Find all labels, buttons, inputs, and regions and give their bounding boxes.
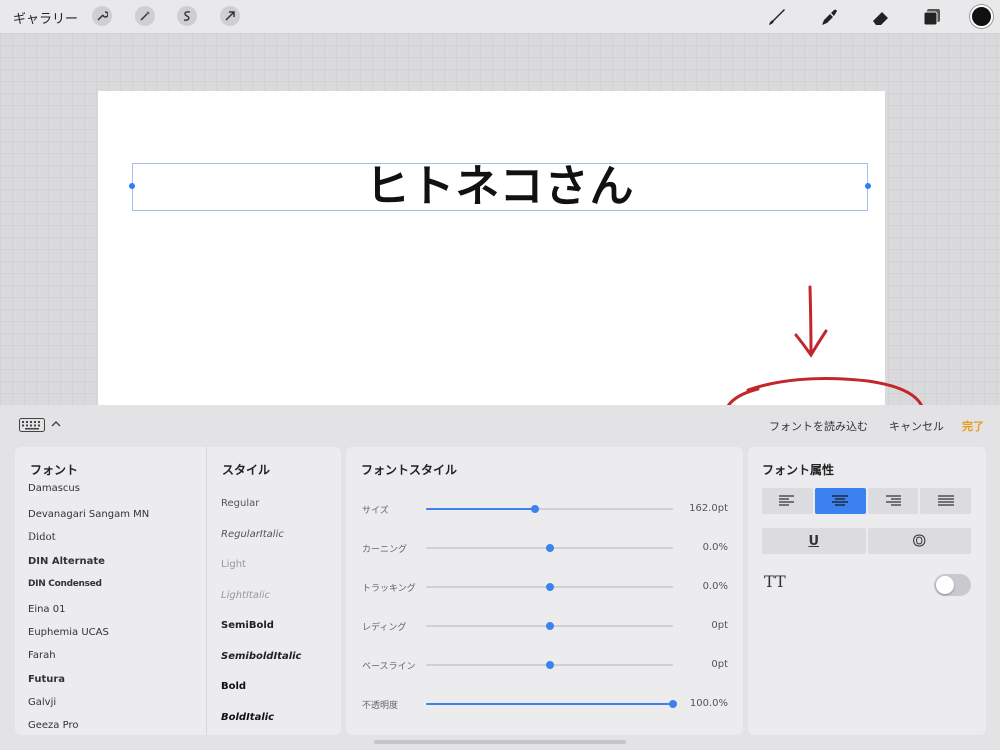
gallery-button[interactable]: ギャラリー bbox=[13, 8, 78, 27]
style-item-semibold-italic[interactable]: SemiboldItalic bbox=[221, 651, 301, 662]
slider-label-leading: レディング bbox=[362, 623, 407, 633]
slider-row-baseline: ベースライン 0pt bbox=[346, 657, 743, 673]
eraser-icon[interactable] bbox=[870, 6, 892, 28]
slider-value-leading: 0pt bbox=[711, 620, 728, 631]
slider-label-size: サイズ bbox=[362, 506, 389, 516]
slider-track-size[interactable] bbox=[426, 505, 673, 513]
top-toolbar: ギャラリー bbox=[0, 0, 1000, 33]
align-right-icon bbox=[885, 495, 901, 506]
slider-track-tracking[interactable] bbox=[426, 583, 673, 591]
style-item-regular[interactable]: Regular bbox=[221, 498, 259, 509]
wrench-icon[interactable] bbox=[92, 6, 112, 26]
slider-value-kerning: 0.0% bbox=[702, 542, 728, 553]
move-arrow-icon[interactable] bbox=[220, 6, 240, 26]
font-style-heading: フォントスタイル bbox=[361, 463, 458, 477]
style-item-bold[interactable]: Bold bbox=[221, 681, 246, 692]
style-item-bold-italic[interactable]: BoldItalic bbox=[221, 712, 274, 723]
toggle-knob bbox=[936, 576, 954, 594]
font-attributes-card: フォント属性 U O TT bbox=[748, 447, 986, 735]
home-indicator bbox=[374, 740, 626, 744]
font-style-card: フォントスタイル サイズ 162.0pt カーニング 0.0% トラッキング 0.0% レデ… bbox=[346, 447, 743, 735]
slider-row-tracking: トラッキング 0.0% bbox=[346, 579, 743, 595]
slider-row-size: サイズ 162.0pt bbox=[346, 501, 743, 517]
slider-value-size: 162.0pt bbox=[689, 503, 728, 514]
slider-row-kerning: カーニング 0.0% bbox=[346, 540, 743, 556]
slider-knob-baseline[interactable] bbox=[545, 661, 554, 669]
style-item-light-italic[interactable]: LightItalic bbox=[221, 590, 270, 601]
smudge-icon[interactable] bbox=[818, 6, 840, 28]
slider-label-opacity: 不透明度 bbox=[362, 701, 399, 711]
font-item-damascus[interactable]: Damascus bbox=[28, 483, 80, 494]
slider-track-kerning[interactable] bbox=[426, 544, 673, 552]
import-font-button[interactable]: フォントを読み込む bbox=[769, 418, 868, 434]
brush-icon[interactable] bbox=[766, 6, 788, 28]
font-item-eina-01[interactable]: Eina 01 bbox=[28, 604, 65, 615]
slider-value-tracking: 0.0% bbox=[702, 581, 728, 592]
slider-knob-tracking[interactable] bbox=[545, 583, 554, 591]
text-decoration-group: U O bbox=[762, 528, 971, 554]
slider-label-baseline: ベースライン bbox=[362, 662, 416, 672]
slider-fill-size bbox=[426, 508, 535, 510]
font-item-futura[interactable]: Futura bbox=[28, 674, 65, 685]
slider-knob-opacity[interactable] bbox=[669, 700, 677, 708]
style-column-heading: スタイル bbox=[222, 463, 271, 477]
canvas-workspace: ヒトネコさん bbox=[0, 33, 1000, 405]
font-item-din-alternate[interactable]: DIN Alternate bbox=[28, 556, 105, 567]
font-item-didot[interactable]: Didot bbox=[28, 532, 56, 543]
slider-label-tracking: トラッキング bbox=[362, 584, 416, 594]
drawing-canvas[interactable]: ヒトネコさん bbox=[98, 91, 885, 405]
slider-track-leading[interactable] bbox=[426, 622, 673, 630]
outline-button[interactable]: O bbox=[867, 528, 971, 554]
font-item-euphemia-ucas[interactable]: Euphemia UCAS bbox=[28, 627, 109, 638]
style-item-light[interactable]: Light bbox=[221, 559, 246, 570]
text-selection-box[interactable]: ヒトネコさん bbox=[129, 163, 871, 211]
done-button[interactable]: 完了 bbox=[962, 418, 984, 434]
column-divider bbox=[206, 447, 207, 735]
font-item-devanagari-sangam-mn[interactable]: Devanagari Sangam MN bbox=[28, 509, 149, 520]
slider-knob-leading[interactable] bbox=[545, 622, 554, 630]
chevron-up-icon[interactable] bbox=[50, 419, 62, 429]
align-justify-icon bbox=[937, 495, 954, 506]
all-caps-toggle[interactable] bbox=[934, 574, 971, 596]
all-caps-label: TT bbox=[764, 572, 786, 591]
align-center-icon bbox=[832, 495, 849, 506]
font-item-galvji[interactable]: Galvji bbox=[28, 697, 56, 708]
slider-fill-opacity bbox=[426, 703, 673, 705]
slider-row-leading: レディング 0pt bbox=[346, 618, 743, 634]
magic-wand-icon[interactable] bbox=[135, 6, 155, 26]
slider-row-opacity: 不透明度 100.0% bbox=[346, 696, 743, 712]
canvas-text-layer[interactable]: ヒトネコさん bbox=[365, 165, 634, 209]
align-left-button[interactable] bbox=[762, 488, 813, 514]
slider-label-kerning: カーニング bbox=[362, 545, 408, 555]
cancel-button[interactable]: キャンセル bbox=[889, 418, 944, 434]
align-right-button[interactable] bbox=[867, 488, 919, 514]
left-resize-handle[interactable] bbox=[129, 183, 135, 189]
font-item-geeza-pro[interactable]: Geeza Pro bbox=[28, 720, 78, 731]
font-attributes-heading: フォント属性 bbox=[762, 463, 835, 477]
font-item-farah[interactable]: Farah bbox=[28, 650, 56, 661]
align-center-button[interactable] bbox=[814, 488, 866, 514]
slider-track-baseline[interactable] bbox=[426, 661, 673, 669]
layers-icon[interactable] bbox=[921, 6, 943, 28]
right-resize-handle[interactable] bbox=[865, 183, 871, 189]
selection-icon[interactable] bbox=[177, 6, 197, 26]
underline-button[interactable]: U bbox=[762, 528, 866, 554]
align-justify-button[interactable] bbox=[920, 488, 971, 514]
red-arrow-annotation bbox=[794, 285, 828, 358]
font-item-din-condensed[interactable]: DIN Condensed bbox=[28, 579, 102, 589]
slider-knob-kerning[interactable] bbox=[545, 544, 554, 552]
alignment-button-group bbox=[762, 488, 971, 514]
style-item-semibold[interactable]: SemiBold bbox=[221, 620, 274, 631]
slider-value-baseline: 0pt bbox=[711, 659, 728, 670]
slider-knob-size[interactable] bbox=[530, 505, 539, 513]
font-selector-card: フォント スタイル Damascus Devanagari Sangam MN … bbox=[15, 447, 341, 735]
slider-value-opacity: 100.0% bbox=[689, 698, 728, 709]
align-left-icon bbox=[779, 495, 795, 506]
style-item-regular-italic[interactable]: RegularItalic bbox=[221, 529, 284, 540]
font-column-heading: フォント bbox=[30, 463, 79, 477]
keyboard-icon[interactable] bbox=[19, 418, 45, 432]
slider-track-opacity[interactable] bbox=[426, 700, 677, 708]
color-picker-button[interactable] bbox=[970, 5, 993, 28]
text-edit-panel: フォントを読み込む キャンセル 完了 フォント スタイル Damascus De… bbox=[0, 405, 1000, 750]
